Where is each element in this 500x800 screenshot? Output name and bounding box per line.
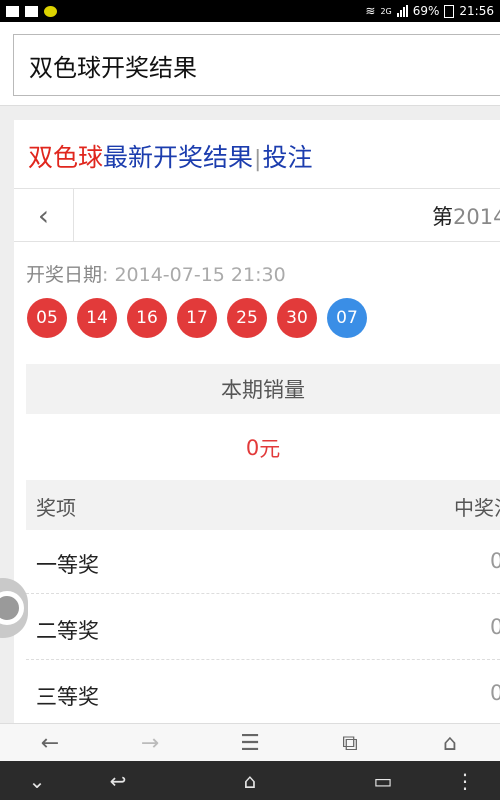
image-icon: [25, 5, 38, 17]
title-lottery-name[interactable]: 双色球: [28, 143, 103, 172]
title-separator: |: [254, 147, 262, 172]
winning-numbers: 05 14 16 17 25 30 07: [27, 298, 367, 338]
sales-value: 0: [245, 436, 260, 460]
clock: 21:56: [459, 4, 494, 18]
search-input[interactable]: 双色球开奖结果: [13, 34, 500, 96]
network-type: 2G: [380, 6, 392, 16]
issue-prefix: 第: [432, 205, 453, 229]
issue-selector: ‹ 第2014: [14, 188, 500, 242]
prize-table-header: 奖项 中奖注: [26, 480, 500, 530]
red-ball: 25: [227, 298, 267, 338]
sales-label: 本期销量: [221, 378, 305, 402]
issue-number: 第2014: [432, 201, 500, 231]
draw-date: 开奖日期: 2014-07-15 21:30: [26, 260, 286, 287]
battery-icon: [444, 4, 455, 18]
draw-date-value: : 2014-07-15 21:30: [102, 264, 286, 286]
card-title: 双色球最新开奖结果|投注: [28, 138, 312, 174]
lottery-result-card: 双色球最新开奖结果|投注 ‹ 第2014 开奖日期: 2014-07-15 21…: [14, 120, 500, 724]
table-row: 二等奖 0: [26, 596, 500, 660]
column-prize: 奖项: [36, 496, 76, 520]
screenshot-icon: [6, 5, 19, 17]
overflow-menu-icon[interactable]: ⋮: [440, 761, 490, 800]
menu-list-icon[interactable]: ☰: [225, 724, 275, 762]
table-row: 一等奖 0: [26, 530, 500, 594]
prize-count: 0: [490, 549, 500, 573]
prize-count: 0: [490, 681, 500, 705]
table-row: 三等奖 0: [26, 662, 500, 724]
prize-name: 一等奖: [36, 553, 99, 577]
search-bar: 双色球开奖结果: [0, 22, 500, 106]
back-arrow-icon[interactable]: ←: [25, 724, 75, 762]
previous-issue-button[interactable]: ‹: [14, 189, 74, 241]
notification-icons: [6, 5, 57, 17]
back-icon[interactable]: ↩: [93, 761, 143, 800]
search-query: 双色球开奖结果: [29, 53, 197, 82]
red-ball: 14: [77, 298, 117, 338]
column-winners: 中奖注: [454, 496, 500, 520]
recent-apps-icon[interactable]: ▭: [358, 761, 408, 800]
browser-toolbar: ← → ☰ ⧉ ⌂: [0, 723, 500, 761]
issue-number-value: 2014: [453, 205, 500, 229]
red-ball: 05: [27, 298, 67, 338]
sales-unit: 元: [259, 437, 281, 461]
battery-percent: 69%: [412, 4, 440, 18]
title-latest-results[interactable]: 最新开奖结果: [103, 143, 253, 172]
tabs-icon[interactable]: ⧉: [325, 724, 375, 762]
prize-count: 0: [490, 615, 500, 639]
system-nav-bar: ⌄ ↩ ⌂ ▭ ⋮: [0, 761, 500, 800]
chevron-down-icon[interactable]: ⌄: [12, 761, 62, 800]
sales-header: 本期销量: [26, 364, 500, 414]
home-icon[interactable]: ⌂: [225, 761, 275, 800]
app-notification-icon: [44, 5, 57, 17]
bet-link[interactable]: 投注: [262, 143, 312, 172]
chevron-left-icon: ‹: [37, 198, 50, 232]
home-icon[interactable]: ⌂: [425, 724, 475, 762]
blue-ball: 07: [327, 298, 367, 338]
forward-arrow-icon[interactable]: →: [125, 724, 175, 762]
red-ball: 16: [127, 298, 167, 338]
assist-icon: [0, 591, 24, 625]
red-ball: 30: [277, 298, 317, 338]
status-bar: ≋ 2G 69% 21:56: [0, 0, 500, 22]
prize-name: 三等奖: [36, 685, 99, 709]
wifi-icon: ≋: [365, 4, 376, 18]
prize-name: 二等奖: [36, 619, 99, 643]
sales-amount: 0元: [26, 428, 500, 468]
signal-icon: [396, 5, 408, 17]
red-ball: 17: [177, 298, 217, 338]
draw-date-label: 开奖日期: [26, 264, 103, 286]
